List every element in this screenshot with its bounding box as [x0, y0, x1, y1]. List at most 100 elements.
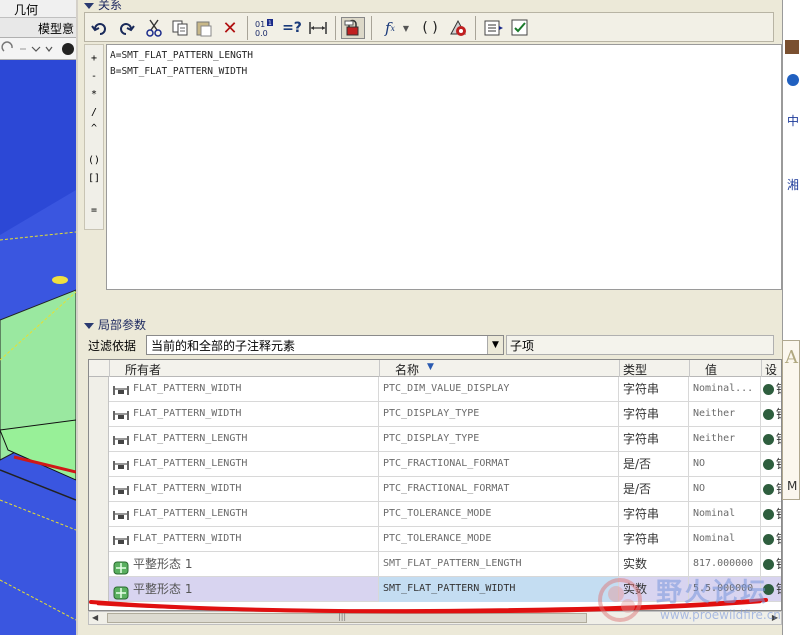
cell-type[interactable]: 字符串 [619, 402, 689, 427]
table-row[interactable]: 平整形态 1 SMT_FLAT_PATTERN_LENGTH 实数 817.00000… [89, 552, 781, 577]
cell-value[interactable]: Nominal [689, 527, 761, 552]
cell-type[interactable]: 实数 [619, 552, 689, 577]
model-tab[interactable]: 模型意 [0, 18, 76, 38]
cell-lock[interactable]: 锁 [761, 377, 781, 402]
function-dropdown-arrow-icon[interactable]: ▼ [401, 17, 411, 39]
cell-type[interactable]: 实数 [619, 577, 689, 602]
cell-lock[interactable]: 锁定 [761, 577, 781, 602]
cell-type[interactable]: 字符串 [619, 427, 689, 452]
collapse-triangle-icon[interactable] [84, 2, 94, 9]
table-row[interactable]: FLAT_PATTERN_WIDTH PTC_TOLERANCE_MODE 字符串 N… [89, 527, 781, 552]
row-header[interactable] [89, 377, 109, 402]
operator-equals-button[interactable]: = [85, 205, 103, 216]
child-items-field[interactable]: 子项 [506, 335, 774, 355]
operator-brackets-button[interactable]: [] [85, 173, 103, 184]
cell-type[interactable]: 字符串 [619, 377, 689, 402]
cell-type[interactable]: 字符串 [619, 502, 689, 527]
model-viewport[interactable] [0, 60, 76, 635]
cell-owner[interactable]: FLAT_PATTERN_LENGTH [109, 502, 379, 527]
undo-icon[interactable] [89, 17, 111, 39]
table-row[interactable]: FLAT_PATTERN_LENGTH PTC_FRACTIONAL_FORMAT… [89, 452, 781, 477]
row-header[interactable] [89, 402, 109, 427]
table-row[interactable]: 平整形态 1 SMT_FLAT_PATTERN_WIDTH 实数 5.5.000000… [89, 577, 781, 602]
cell-name[interactable]: PTC_DISPLAY_TYPE [379, 402, 619, 427]
operator-parentheses-button[interactable]: () [85, 155, 103, 166]
cell-owner[interactable]: 平整形态 1 [109, 577, 379, 602]
local-params-section-header[interactable]: 局部参数 [80, 316, 146, 332]
relations-editor[interactable]: A=SMT_FLAT_PATTERN_LENGTH B=SMT_FLAT_PAT… [106, 44, 782, 290]
browser-text[interactable]: 中 [787, 112, 799, 129]
table-row[interactable]: FLAT_PATTERN_WIDTH PTC_DISPLAY_TYPE 字符串 Nei… [89, 402, 781, 427]
cell-name[interactable]: PTC_TOLERANCE_MODE [379, 527, 619, 552]
sort-arrow-icon[interactable]: ▼ [427, 362, 434, 372]
relation-line[interactable]: B=SMT_FLAT_PATTERN_WIDTH [110, 65, 778, 81]
cell-lock[interactable]: 锁 [761, 477, 781, 502]
horizontal-scrollbar[interactable]: ◀ ||| ▶ [88, 611, 782, 625]
operator-plus-button[interactable]: + [85, 53, 103, 64]
row-header[interactable] [89, 502, 109, 527]
cell-name[interactable]: SMT_FLAT_PATTERN_WIDTH [379, 577, 619, 602]
sort-relations-icon[interactable]: 01 0.0 1 [253, 17, 275, 39]
function-icon[interactable]: fx [379, 17, 401, 39]
table-row[interactable]: FLAT_PATTERN_WIDTH PTC_FRACTIONAL_FORMAT 是… [89, 477, 781, 502]
row-header[interactable] [89, 427, 109, 452]
cell-owner[interactable]: 平整形态 1 [109, 552, 379, 577]
paste-icon[interactable] [193, 17, 215, 39]
row-header[interactable] [89, 552, 109, 577]
operator-minus-button[interactable]: - [85, 71, 103, 82]
cell-value[interactable]: NO [689, 452, 761, 477]
table-row[interactable]: FLAT_PATTERN_WIDTH PTC_DIM_VALUE_DISPLAY 字… [89, 377, 781, 402]
cell-lock[interactable]: 锁定 [761, 502, 781, 527]
redo-icon[interactable] [115, 17, 137, 39]
lock-icon[interactable] [341, 17, 365, 39]
collapse-triangle-icon[interactable] [84, 322, 94, 329]
row-header[interactable] [89, 577, 109, 602]
cell-name[interactable]: SMT_FLAT_PATTERN_LENGTH [379, 552, 619, 577]
column-header-name[interactable]: 名称 [395, 361, 419, 378]
row-header[interactable] [89, 527, 109, 552]
column-header-owner[interactable]: 所有者 [125, 361, 161, 378]
cell-lock[interactable]: 锁定 [761, 552, 781, 577]
operator-power-button[interactable]: ^ [85, 123, 103, 134]
chevron-down-icon[interactable]: ▼ [487, 336, 503, 354]
copy-icon[interactable] [169, 17, 191, 39]
cell-value[interactable]: NO [689, 477, 761, 502]
cell-name[interactable]: PTC_DIM_VALUE_DISPLAY [379, 377, 619, 402]
cut-icon[interactable] [143, 17, 165, 39]
parameters-icon[interactable] [447, 17, 469, 39]
execute-icon[interactable] [483, 17, 505, 39]
cell-lock[interactable]: 锁定 [761, 527, 781, 552]
cell-value[interactable]: Neither [689, 402, 761, 427]
verify-icon[interactable] [509, 17, 531, 39]
tab-model-intent[interactable]: 模型意 [38, 20, 74, 37]
cell-type[interactable]: 字符串 [619, 527, 689, 552]
browser-text[interactable]: 湘 [787, 176, 799, 193]
operator-multiply-button[interactable]: * [85, 89, 103, 100]
operator-divide-button[interactable]: / [85, 107, 103, 118]
cell-value[interactable]: Nominal [689, 502, 761, 527]
cell-value[interactable]: Neither [689, 427, 761, 452]
insert-dimension-icon[interactable] [307, 17, 329, 39]
evaluate-icon[interactable]: =? [281, 17, 303, 39]
parentheses-icon[interactable]: ( ) [419, 17, 441, 39]
relation-line[interactable]: A=SMT_FLAT_PATTERN_LENGTH [110, 49, 778, 65]
filter-dropdown[interactable]: 当前的和全部的子注释元素 ▼ [146, 335, 504, 355]
cell-value[interactable]: 817.000000 [689, 552, 761, 577]
cell-owner[interactable]: FLAT_PATTERN_LENGTH [109, 452, 379, 477]
row-header[interactable] [89, 477, 109, 502]
column-header-value[interactable]: 值 [705, 361, 717, 378]
cell-type[interactable]: 是/否 [619, 477, 689, 502]
menu-item-geometry[interactable]: 几何 [14, 1, 38, 18]
cell-lock[interactable]: 锁 [761, 452, 781, 477]
cell-name[interactable]: PTC_TOLERANCE_MODE [379, 502, 619, 527]
cell-owner[interactable]: FLAT_PATTERN_WIDTH [109, 527, 379, 552]
cell-lock[interactable]: 锁 [761, 402, 781, 427]
column-header-type[interactable]: 类型 [623, 361, 647, 378]
cell-owner[interactable]: FLAT_PATTERN_WIDTH [109, 477, 379, 502]
relations-section-header[interactable]: 关系 [80, 0, 122, 12]
scroll-left-icon[interactable]: ◀ [92, 613, 98, 622]
table-row[interactable]: FLAT_PATTERN_LENGTH PTC_TOLERANCE_MODE 字符串… [89, 502, 781, 527]
cell-value[interactable]: Nominal... [689, 377, 761, 402]
cell-name[interactable]: PTC_FRACTIONAL_FORMAT [379, 477, 619, 502]
cell-name[interactable]: PTC_DISPLAY_TYPE [379, 427, 619, 452]
